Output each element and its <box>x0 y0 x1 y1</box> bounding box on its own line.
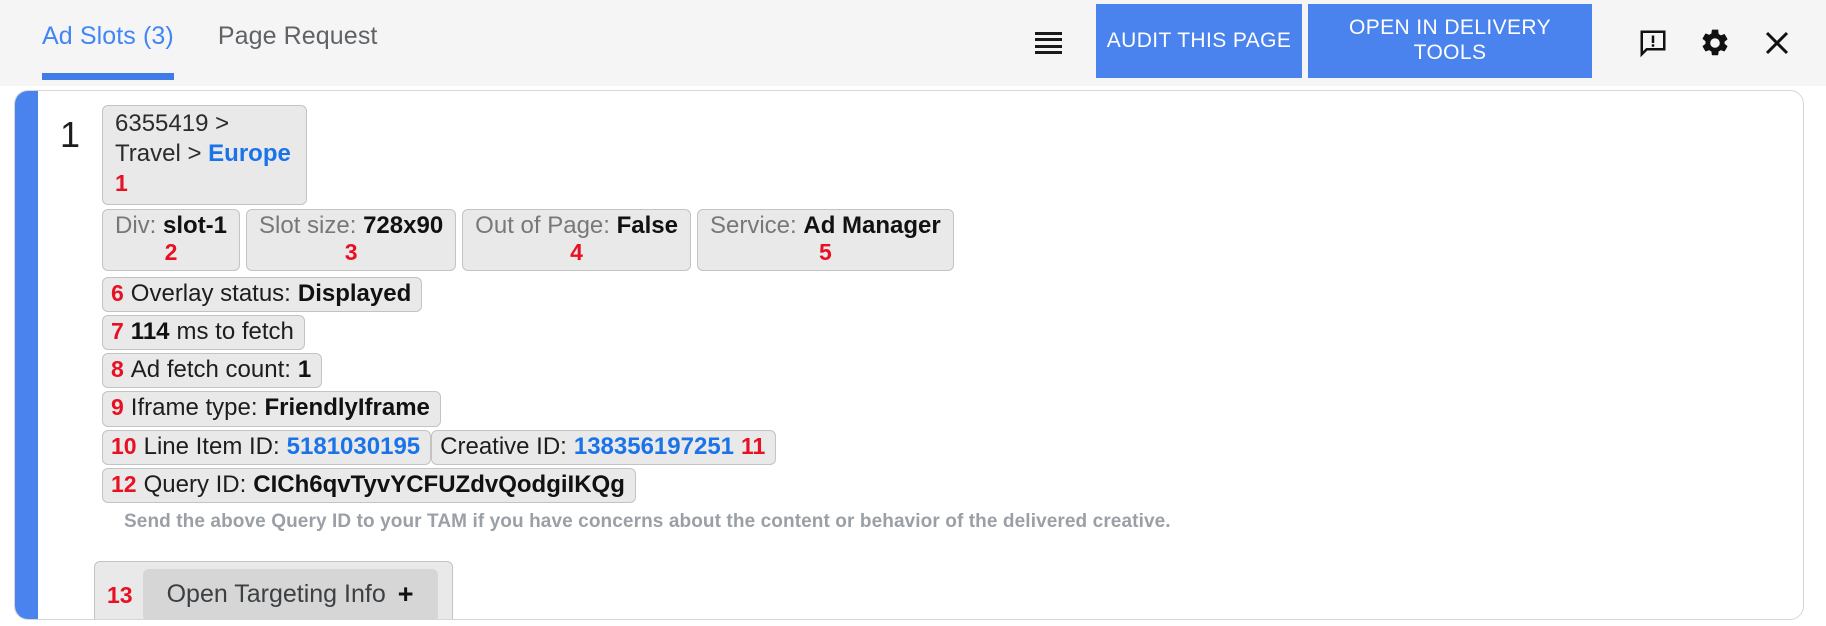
detail-line-item-id-value[interactable]: 5181030195 <box>287 432 420 461</box>
slot-summary: 1 6355419 > Travel > Europe 1 Div: slot-… <box>38 105 1803 271</box>
tab-bar: Ad Slots (3) Page Request <box>0 0 377 86</box>
plus-icon: + <box>398 579 414 610</box>
slot-attribute-chips: Div: slot-1 2 Slot size: 728x90 3 <box>102 209 954 271</box>
detail-fetch-time-badge: 7 <box>111 317 124 345</box>
open-in-delivery-tools-button[interactable]: OPEN IN DELIVERY TOOLS <box>1308 4 1592 78</box>
hamburger-bars <box>1035 32 1062 54</box>
chip-div-value: slot-1 <box>163 212 227 239</box>
detail-creative-id-badge: 11 <box>741 432 765 460</box>
detail-overlay-status: 6 Overlay status: Displayed <box>102 277 422 312</box>
chip-slot-size-value: 728x90 <box>363 212 443 239</box>
hamburger-icon[interactable] <box>1000 0 1096 86</box>
chip-out-of-page-value: False <box>617 212 678 239</box>
detail-iframe-type-label: Iframe type: <box>131 393 258 422</box>
chip-slot-size-badge: 3 <box>259 240 443 266</box>
detail-ad-fetch-count-label: Ad fetch count: <box>131 355 291 384</box>
detail-query-id[interactable]: 12 Query ID: CICh6qvTyvYCFUZdvQodgiIKQg <box>102 468 636 503</box>
open-targeting-info-label: Open Targeting Info <box>167 580 386 609</box>
detail-ad-fetch-count: 8 Ad fetch count: 1 <box>102 353 322 388</box>
chip-div-label: Div: <box>115 212 156 239</box>
chip-out-of-page: Out of Page: False 4 <box>462 209 691 271</box>
detail-overlay-status-label: Overlay status: <box>131 279 291 308</box>
tab-ad-slots[interactable]: Ad Slots (3) <box>42 22 174 82</box>
targeting-section: 13 Open Targeting Info + <box>38 561 1803 620</box>
chip-service-badge: 5 <box>710 240 941 266</box>
ad-unit-breadcrumb[interactable]: 6355419 > Travel > Europe 1 <box>102 105 307 205</box>
detail-iframe-type-badge: 9 <box>111 393 124 421</box>
slot-detail-list: 6 Overlay status: Displayed 7 114 ms to … <box>38 277 1803 504</box>
tab-page-request-label: Page Request <box>218 22 378 50</box>
detail-line-item-id-label: Line Item ID: <box>144 432 280 461</box>
top-toolbar: Ad Slots (3) Page Request AUDIT THIS PAG… <box>0 0 1826 86</box>
chip-out-of-page-label: Out of Page: <box>475 212 610 239</box>
close-icon[interactable] <box>1746 0 1808 86</box>
ad-slot-card-body: 1 6355419 > Travel > Europe 1 Div: slot-… <box>38 91 1803 619</box>
detail-fetch-time-suffix: ms to fetch <box>177 317 294 346</box>
detail-line-item-id-badge: 10 <box>111 432 137 460</box>
slot-chip-column: 6355419 > Travel > Europe 1 Div: slot-1 … <box>102 105 954 271</box>
targeting-info-badge: 13 <box>107 582 133 609</box>
detail-iframe-type-value: FriendlyIframe <box>265 393 430 422</box>
detail-query-id-label: Query ID: <box>144 470 247 499</box>
chip-div: Div: slot-1 2 <box>102 209 240 271</box>
chip-service: Service: Ad Manager 5 <box>697 209 954 271</box>
detail-ad-fetch-count-badge: 8 <box>111 355 124 383</box>
detail-line-item-id[interactable]: 10 Line Item ID: 5181030195 <box>102 430 431 465</box>
audit-this-page-button[interactable]: AUDIT THIS PAGE <box>1096 4 1302 78</box>
tab-ad-slots-label: Ad Slots (3) <box>42 22 174 50</box>
toolbar-icon-group <box>1592 0 1826 86</box>
detail-query-id-value[interactable]: CICh6qvTyvYCFUZdvQodgiIKQg <box>253 470 625 499</box>
slot-index: 1 <box>60 105 102 153</box>
chip-slot-size: Slot size: 728x90 3 <box>246 209 456 271</box>
detail-query-id-badge: 12 <box>111 470 137 498</box>
detail-creative-id[interactable]: Creative ID: 138356197251 11 <box>431 430 776 465</box>
ad-slot-card: 1 6355419 > Travel > Europe 1 Div: slot-… <box>14 90 1804 620</box>
chip-slot-size-label: Slot size: <box>259 212 356 239</box>
breadcrumb-leaf: Europe <box>208 140 291 167</box>
detail-fetch-time-value: 114 <box>131 317 170 346</box>
detail-fetch-time: 7 114 ms to fetch <box>102 315 305 350</box>
feedback-icon[interactable] <box>1622 0 1684 86</box>
gear-icon[interactable] <box>1684 0 1746 86</box>
toolbar-actions: AUDIT THIS PAGE OPEN IN DELIVERY TOOLS <box>1000 0 1826 86</box>
breadcrumb-badge: 1 <box>115 170 128 196</box>
detail-id-row: 10 Line Item ID: 5181030195 Creative ID:… <box>102 430 776 465</box>
detail-creative-id-label: Creative ID: <box>440 432 567 461</box>
open-targeting-info-button[interactable]: Open Targeting Info + <box>143 569 438 620</box>
chip-service-label: Service: <box>710 212 797 239</box>
tab-page-request[interactable]: Page Request <box>218 22 378 82</box>
chip-service-value: Ad Manager <box>803 212 940 239</box>
detail-overlay-status-value: Displayed <box>298 279 411 308</box>
detail-creative-id-value[interactable]: 138356197251 <box>574 432 734 461</box>
detail-ad-fetch-count-value: 1 <box>298 355 311 384</box>
detail-overlay-status-badge: 6 <box>111 279 124 307</box>
query-id-helper-text: Send the above Query ID to your TAM if y… <box>38 511 1803 533</box>
targeting-info-container: 13 Open Targeting Info + <box>94 561 453 620</box>
chip-div-badge: 2 <box>115 240 227 266</box>
detail-iframe-type: 9 Iframe type: FriendlyIframe <box>102 391 441 426</box>
card-accent-bar <box>15 91 38 619</box>
chip-out-of-page-badge: 4 <box>475 240 678 266</box>
